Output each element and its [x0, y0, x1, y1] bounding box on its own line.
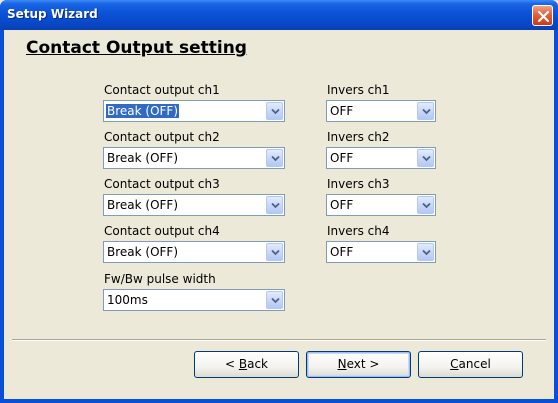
- contact-output-ch1-value: Break (OFF): [106, 104, 180, 118]
- pulse-width-value: 100ms: [107, 293, 148, 307]
- page-title: Contact Output setting: [26, 38, 247, 58]
- contact-output-ch4-label: Contact output ch4: [104, 224, 220, 238]
- dropdown-button[interactable]: [266, 196, 283, 214]
- pulse-width-label: Fw/Bw pulse width: [104, 272, 216, 286]
- dropdown-button[interactable]: [266, 243, 283, 261]
- close-button[interactable]: [532, 5, 553, 26]
- invers-ch2-select[interactable]: OFF: [326, 147, 436, 169]
- contact-output-ch4-value: Break (OFF): [107, 245, 179, 259]
- dropdown-button[interactable]: [417, 243, 434, 261]
- invers-ch1-select[interactable]: OFF: [326, 100, 436, 122]
- contact-output-ch4-select[interactable]: Break (OFF): [103, 241, 285, 263]
- back-button-rest: ack: [247, 357, 268, 371]
- cancel-button-mnemonic: C: [450, 357, 459, 371]
- close-icon: [537, 10, 550, 23]
- invers-ch4-label: Invers ch4: [327, 224, 390, 238]
- invers-ch4-select[interactable]: OFF: [326, 241, 436, 263]
- dropdown-button[interactable]: [266, 291, 283, 309]
- next-button[interactable]: Next >: [306, 351, 411, 378]
- chevron-down-icon: [422, 108, 431, 115]
- chevron-down-icon: [271, 297, 280, 304]
- back-button-mnemonic: B: [238, 357, 248, 371]
- chevron-down-icon: [422, 155, 431, 162]
- contact-output-ch3-label: Contact output ch3: [104, 177, 220, 191]
- window-border: [0, 399, 558, 403]
- invers-ch3-label: Invers ch3: [327, 177, 390, 191]
- invers-ch1-value: OFF: [330, 104, 354, 118]
- invers-ch2-value: OFF: [330, 151, 354, 165]
- back-button-prefix: <: [224, 357, 239, 371]
- invers-ch3-select[interactable]: OFF: [326, 194, 436, 216]
- back-button[interactable]: < Back: [194, 351, 299, 378]
- contact-output-ch3-value: Break (OFF): [107, 198, 179, 212]
- dropdown-button[interactable]: [266, 102, 283, 120]
- chevron-down-icon: [422, 202, 431, 209]
- cancel-button[interactable]: Cancel: [418, 351, 523, 378]
- dropdown-button[interactable]: [417, 102, 434, 120]
- contact-output-ch3-select[interactable]: Break (OFF): [103, 194, 285, 216]
- contact-output-ch1-label: Contact output ch1: [104, 83, 220, 97]
- dropdown-button[interactable]: [417, 149, 434, 167]
- chevron-down-icon: [271, 155, 280, 162]
- invers-ch4-value: OFF: [330, 245, 354, 259]
- invers-ch3-value: OFF: [330, 198, 354, 212]
- setup-wizard-window: Setup Wizard Contact Output setting Cont…: [0, 0, 558, 403]
- wizard-content: Contact Output setting Contact output ch…: [4, 30, 554, 399]
- chevron-down-icon: [271, 202, 280, 209]
- invers-ch1-label: Invers ch1: [327, 83, 390, 97]
- invers-ch2-label: Invers ch2: [327, 130, 390, 144]
- contact-output-ch2-label: Contact output ch2: [104, 130, 220, 144]
- chevron-down-icon: [271, 108, 280, 115]
- divider: [12, 339, 546, 341]
- next-button-rest: ext >: [346, 357, 380, 371]
- contact-output-ch2-value: Break (OFF): [107, 151, 179, 165]
- title-bar[interactable]: Setup Wizard: [0, 0, 558, 30]
- contact-output-ch2-select[interactable]: Break (OFF): [103, 147, 285, 169]
- cancel-button-rest: ancel: [458, 357, 491, 371]
- window-title: Setup Wizard: [7, 7, 98, 21]
- next-button-mnemonic: N: [337, 357, 347, 371]
- chevron-down-icon: [422, 249, 431, 256]
- dropdown-button[interactable]: [417, 196, 434, 214]
- dropdown-button[interactable]: [266, 149, 283, 167]
- pulse-width-select[interactable]: 100ms: [103, 289, 285, 311]
- contact-output-ch1-select[interactable]: Break (OFF): [103, 100, 285, 122]
- chevron-down-icon: [271, 249, 280, 256]
